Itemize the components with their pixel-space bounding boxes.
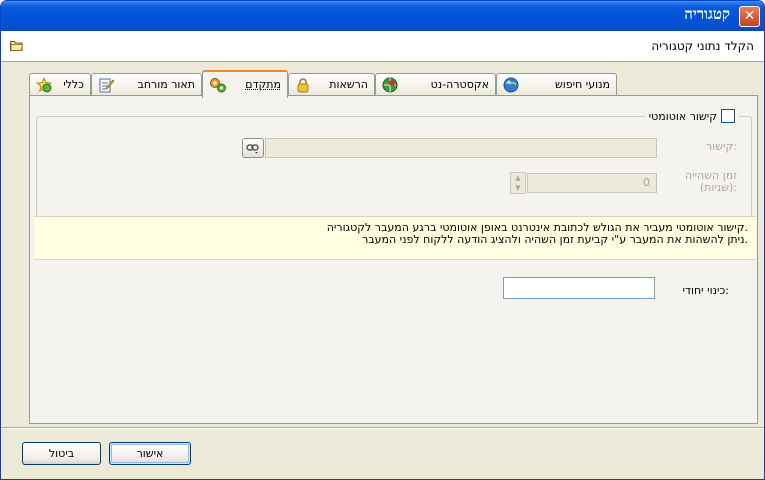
tab-label: הרשאות bbox=[329, 78, 368, 91]
button-bar-separator bbox=[1, 427, 764, 429]
cancel-button[interactable]: ביטול bbox=[22, 442, 101, 465]
info-line-1: קישור אוטומטי מעביר את הגולש לכתובת אינט… bbox=[326, 221, 748, 234]
unique-name-label: כינוי יחודי: bbox=[682, 284, 729, 297]
close-button[interactable]: ✕ bbox=[739, 6, 760, 27]
tab-label: תאור מורחב bbox=[137, 78, 195, 91]
auto-link-label: קישור אוטומטי bbox=[648, 109, 717, 123]
auto-link-legend: קישור אוטומטי bbox=[644, 109, 739, 123]
subheader: הקלד נתוני קטגוריה bbox=[1, 31, 764, 62]
auto-link-checkbox[interactable] bbox=[721, 109, 735, 123]
tab-search-engines[interactable]: מנועי חיפוש bbox=[496, 73, 617, 96]
delay-input[interactable]: 0 bbox=[527, 173, 657, 193]
search-engine-icon bbox=[503, 77, 519, 96]
info-line-2: ניתן להשהות את המעבר ע"י קביעת זמן השהיה… bbox=[362, 233, 748, 246]
ok-button[interactable]: אישור bbox=[109, 442, 191, 465]
tab-panel-advanced: קישור אוטומטי קישור: זמן השהייה (שניות):… bbox=[29, 95, 758, 424]
tab-label: מנועי חיפוש bbox=[554, 78, 610, 91]
link-picker-button[interactable] bbox=[242, 138, 264, 158]
link-label: קישור: bbox=[706, 140, 737, 153]
folder-icon bbox=[10, 40, 23, 54]
spin-up-icon[interactable]: ▲ bbox=[511, 173, 525, 183]
window-title: קטגוריה bbox=[684, 7, 730, 23]
subheader-label: הקלד נתוני קטגוריה bbox=[651, 39, 754, 53]
delay-label: זמן השהייה (שניות): bbox=[685, 170, 737, 194]
tab-label: כללי bbox=[63, 78, 84, 91]
delay-label-line2: (שניות): bbox=[699, 181, 737, 194]
tab-extranet[interactable]: אקסטרה-נט bbox=[375, 73, 496, 96]
spin-down-icon[interactable]: ▼ bbox=[511, 183, 525, 193]
tab-general[interactable]: כללי bbox=[29, 73, 91, 96]
extranet-icon bbox=[382, 77, 398, 96]
unique-name-input[interactable] bbox=[503, 277, 655, 299]
link-chain-icon bbox=[246, 142, 260, 157]
title-bar[interactable]: קטגוריה ✕ bbox=[1, 1, 764, 31]
tab-advanced[interactable]: מתקדם bbox=[202, 70, 288, 98]
tab-label: מתקדם bbox=[245, 78, 281, 91]
info-box: קישור אוטומטי מעביר את הגולש לכתובת אינט… bbox=[34, 216, 756, 260]
delay-spinner[interactable]: ▲ ▼ bbox=[510, 172, 526, 194]
general-icon bbox=[36, 77, 52, 96]
gears-icon bbox=[209, 77, 227, 96]
tab-extended-description[interactable]: תאור מורחב bbox=[91, 73, 202, 96]
link-input[interactable] bbox=[265, 138, 657, 158]
tab-label: אקסטרה-נט bbox=[430, 78, 489, 91]
auto-link-group: קישור אוטומטי קישור: זמן השהייה (שניות):… bbox=[36, 109, 752, 218]
tab-permissions[interactable]: הרשאות bbox=[288, 73, 375, 96]
lock-icon bbox=[295, 77, 311, 96]
notepad-icon bbox=[98, 77, 115, 96]
dialog-window: קטגוריה ✕ הקלד נתוני קטגוריה מנועי חיפוש… bbox=[0, 0, 765, 480]
